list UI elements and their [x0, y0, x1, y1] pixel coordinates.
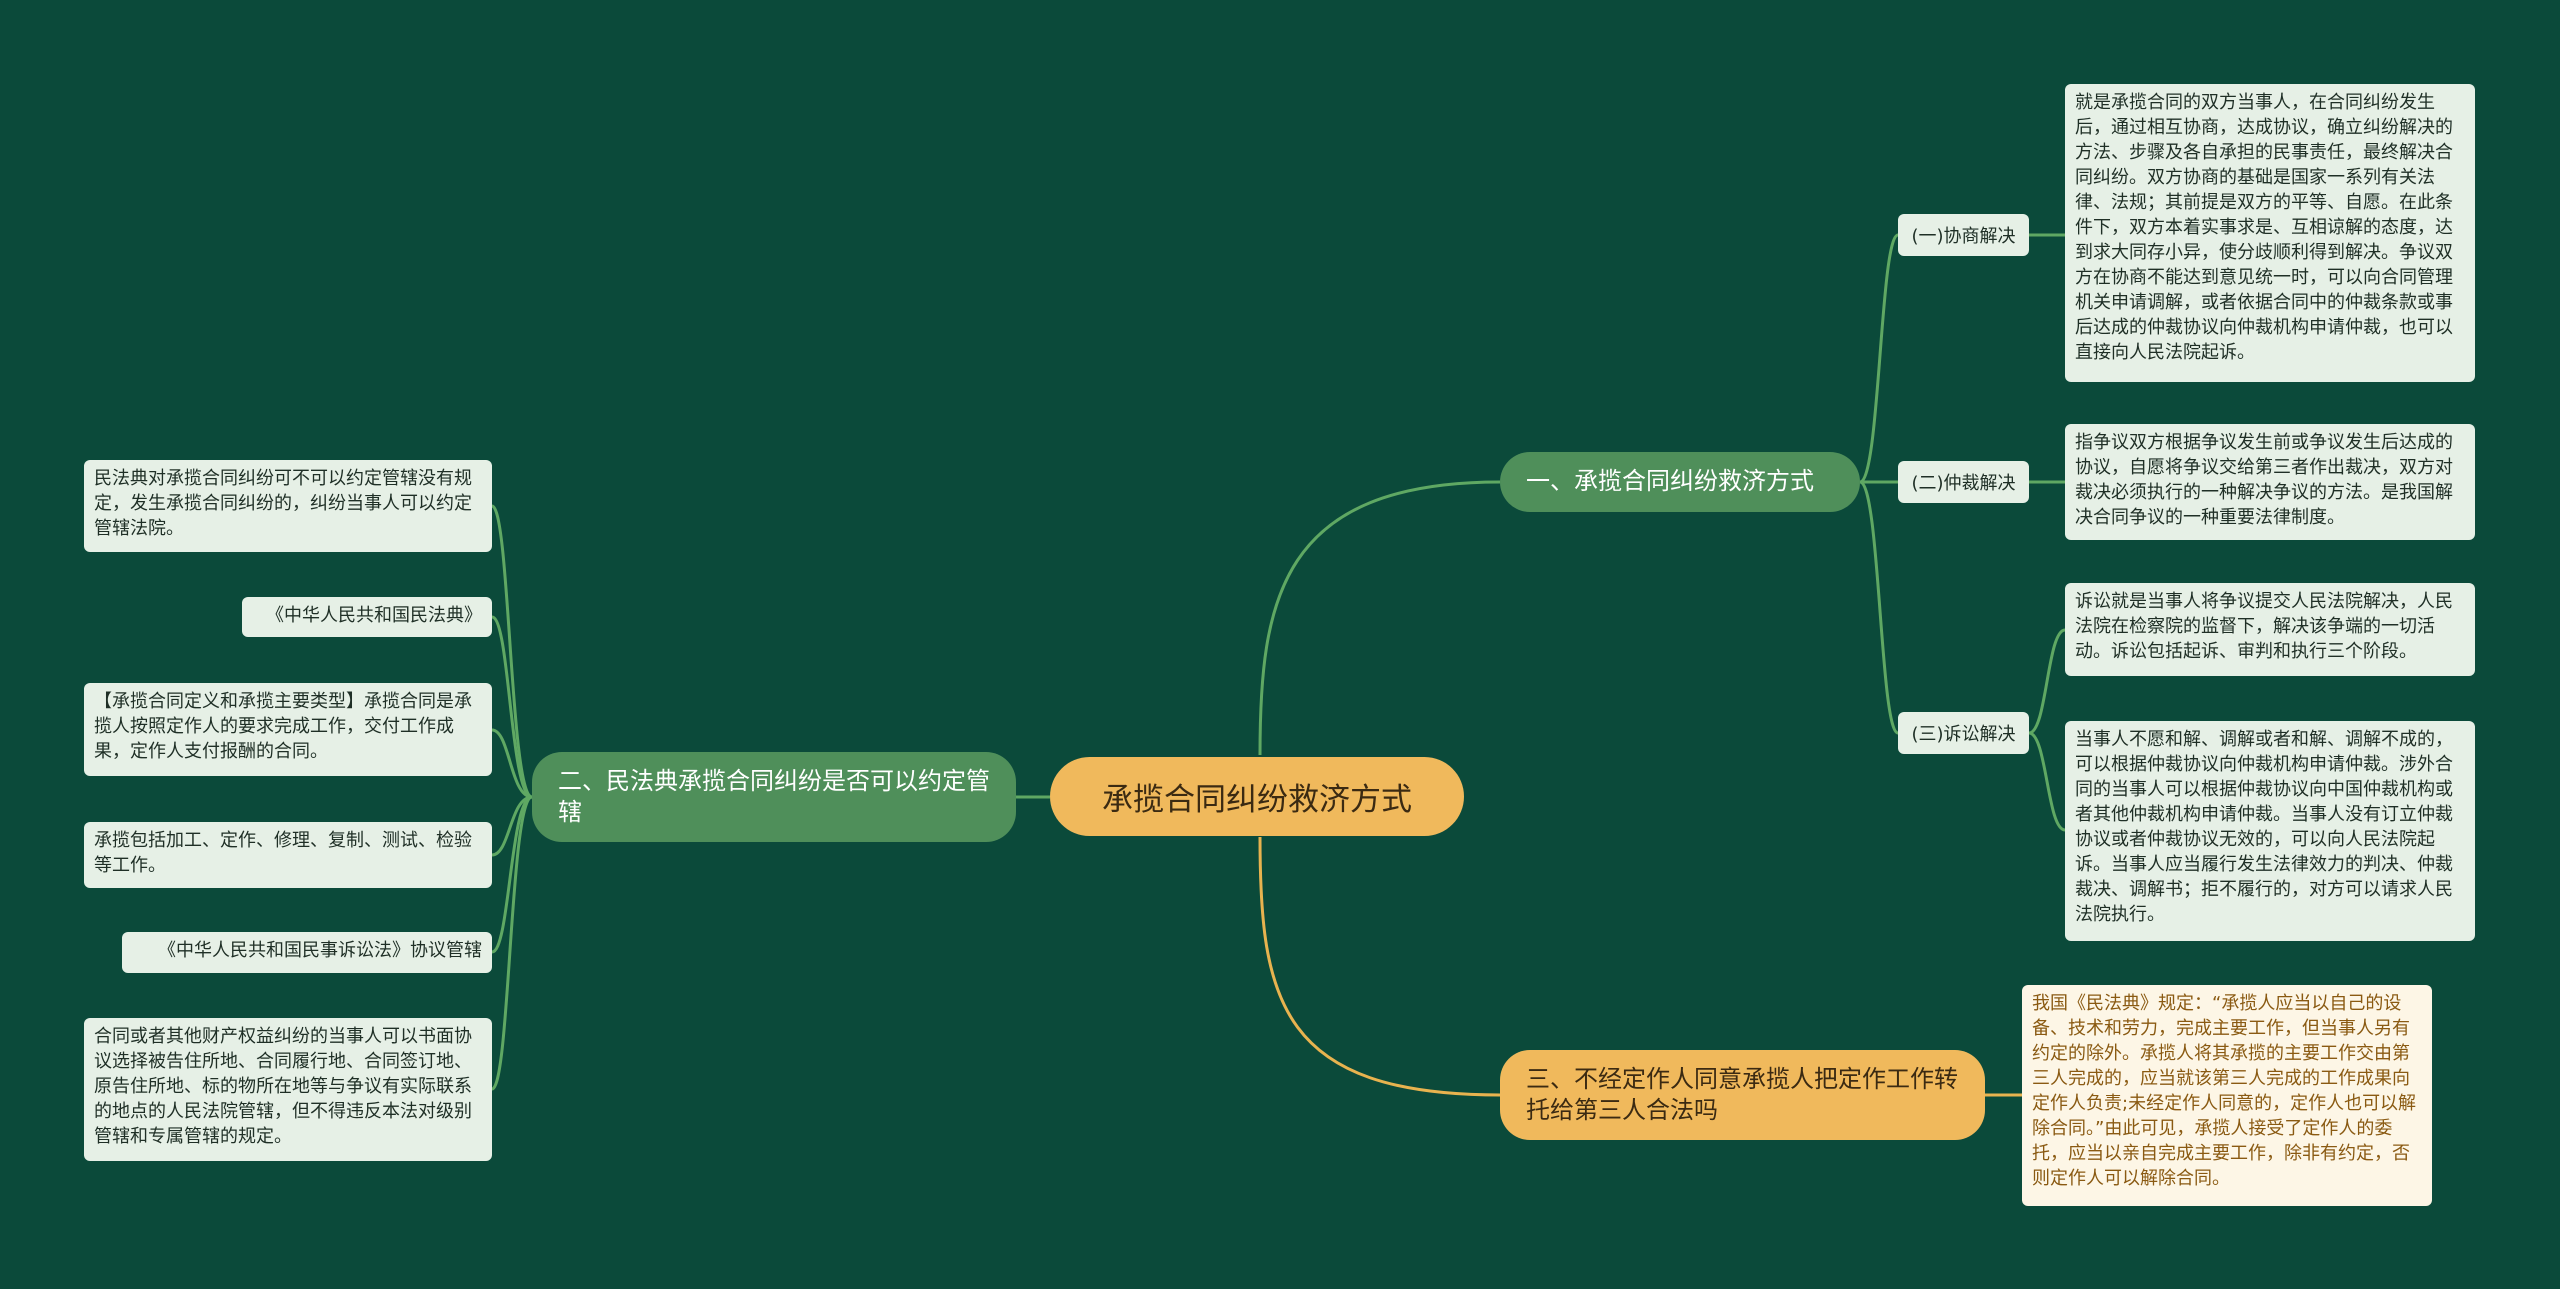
tag-arbitration[interactable]: (二)仲裁解决: [1898, 461, 2029, 503]
root-node[interactable]: 承揽合同纠纷救济方式: [1050, 757, 1464, 836]
branch2-leaf-1: 民法典对承揽合同纠纷可不可以约定管辖没有规定，发生承揽合同纠纷的，纠纷当事人可以…: [84, 460, 492, 552]
branch2-leaf-5: 《中华人民共和国民事诉讼法》协议管辖: [122, 932, 492, 973]
link-sub3-leaf1: [2028, 628, 2066, 735]
branch2-leaf-2: 《中华人民共和国民法典》: [242, 597, 492, 637]
mind-map: 承揽合同纠纷救济方式 一、承揽合同纠纷救济方式 (一)协商解决 就是承揽合同的双…: [0, 0, 2560, 1289]
branch2-leaf-3: 【承揽合同定义和承揽主要类型】承揽合同是承揽人按照定作人的要求完成工作，交付工作…: [84, 683, 492, 776]
leaf-litigation-text-2: 当事人不愿和解、调解或者和解、调解不成的，可以根据仲裁协议向仲裁机构申请仲裁。涉…: [2065, 721, 2475, 941]
leaf-arbitration-text: 指争议双方根据争议发生前或争议发生后达成的协议，自愿将争议交给第三者作出裁决，双…: [2065, 424, 2475, 540]
link-branch2-leaf1: [490, 504, 533, 799]
link-branch1-sub3: [1859, 480, 1900, 735]
leaf-negotiation-text: 就是承揽合同的双方当事人，在合同纠纷发生后，通过相互协商，达成协议，确立纠纷解决…: [2065, 84, 2475, 382]
link-branch1-sub1: [1859, 233, 1900, 484]
link-root-branch3: [1258, 836, 1501, 1097]
tag-litigation[interactable]: (三)诉讼解决: [1898, 712, 2029, 754]
branch2-leaf-6: 合同或者其他财产权益纠纷的当事人可以书面协议选择被告住所地、合同履行地、合同签订…: [84, 1018, 492, 1161]
link-root-branch1: [1258, 480, 1501, 756]
branch-jurisdiction-agreement[interactable]: 二、民法典承揽合同纠纷是否可以约定管辖: [532, 752, 1016, 842]
branch-subcontract-legality[interactable]: 三、不经定作人同意承揽人把定作工作转托给第三人合法吗: [1500, 1050, 1985, 1140]
link-sub3-leaf2: [2028, 731, 2066, 832]
tag-negotiation[interactable]: (一)协商解决: [1898, 214, 2029, 256]
leaf-litigation-text-1: 诉讼就是当事人将争议提交人民法院解决，人民法院在检察院的监督下，解决该争端的一切…: [2065, 583, 2475, 676]
branch-dispute-remedies[interactable]: 一、承揽合同纠纷救济方式: [1500, 452, 1860, 512]
branch3-leaf-text: 我国《民法典》规定：“承揽人应当以自己的设备、技术和劳力，完成主要工作，但当事人…: [2022, 985, 2432, 1206]
branch2-leaf-4: 承揽包括加工、定作、修理、复制、测试、检验等工作。: [84, 822, 492, 888]
